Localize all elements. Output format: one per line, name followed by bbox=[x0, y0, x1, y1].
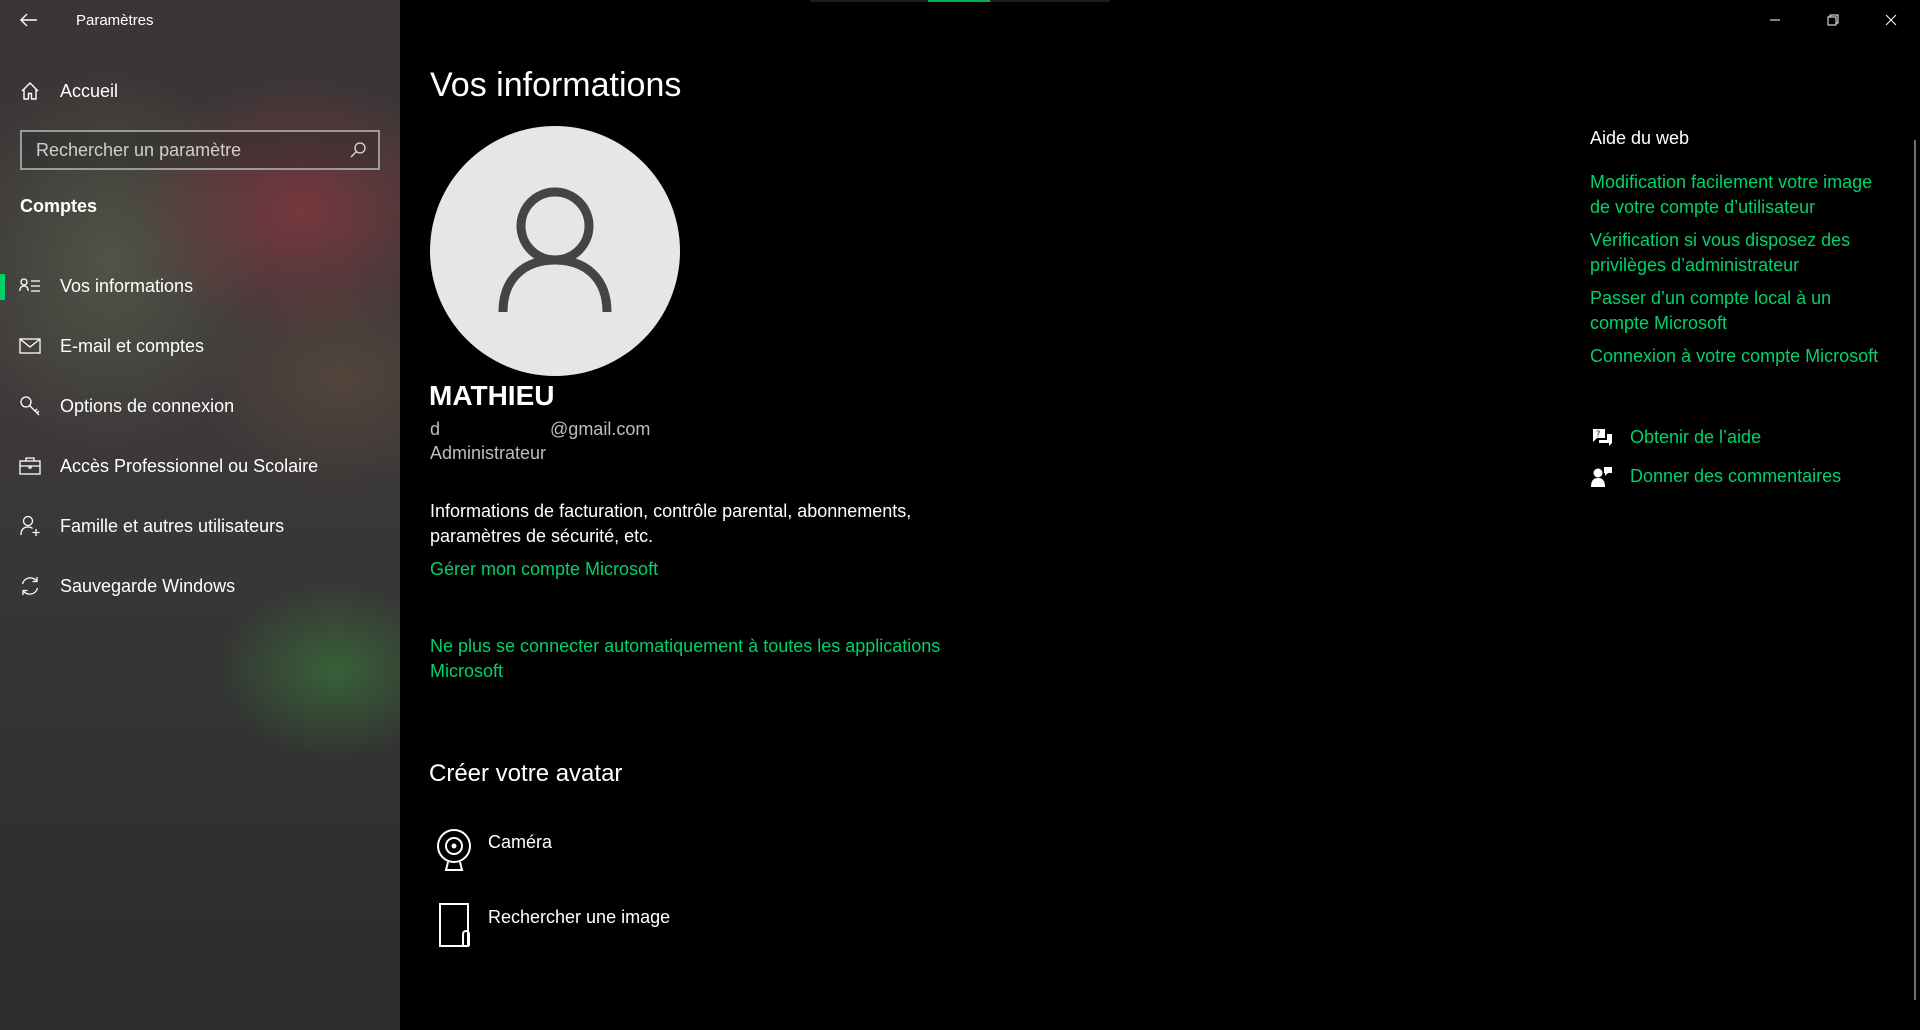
restore-icon bbox=[1827, 14, 1839, 26]
sidebar-item-home[interactable]: Accueil bbox=[0, 70, 400, 112]
window-controls bbox=[1746, 0, 1920, 40]
settings-window: Paramètres Accueil Comptes bbox=[0, 0, 1920, 1030]
user-avatar-icon bbox=[498, 187, 612, 313]
billing-info-text: Informations de facturation, contrôle pa… bbox=[430, 501, 912, 546]
minimize-icon bbox=[1770, 19, 1780, 21]
restore-button[interactable] bbox=[1804, 0, 1862, 40]
search-icon[interactable] bbox=[346, 138, 370, 162]
browse-image-icon bbox=[439, 903, 470, 947]
feedback-label: Donner des commentaires bbox=[1630, 466, 1842, 486]
back-arrow-icon bbox=[20, 13, 37, 27]
home-icon bbox=[21, 82, 39, 100]
search-box[interactable] bbox=[20, 130, 380, 170]
main-content: Vos informations MATHIEU d @gmail.com Ad… bbox=[400, 0, 1570, 1030]
help-link-local-to-microsoft[interactable]: Passer d’un compte local à un compte Mic… bbox=[1590, 286, 1890, 336]
sidebar-item-label: Vos informations bbox=[60, 275, 194, 296]
create-avatar-heading: Créer votre avatar bbox=[429, 760, 623, 787]
sidebar-item-famille[interactable]: Famille et autres utilisateurs bbox=[0, 496, 400, 556]
feedback-button[interactable]: Donner des commentaires bbox=[1590, 464, 1841, 489]
minimize-button[interactable] bbox=[1746, 0, 1804, 40]
sidebar-item-label: E-mail et comptes bbox=[60, 335, 205, 356]
sidebar: Paramètres Accueil Comptes bbox=[0, 0, 400, 1030]
page-title: Vos informations bbox=[430, 66, 682, 104]
back-button[interactable] bbox=[0, 0, 58, 40]
help-link-signin[interactable]: Connexion à votre compte Microsoft bbox=[1590, 344, 1890, 369]
sidebar-nav: Vos informations E-mail et comptes Optio… bbox=[0, 256, 400, 616]
sidebar-item-email-comptes[interactable]: E-mail et comptes bbox=[0, 316, 400, 376]
browse-image-option[interactable]: Rechercher une image bbox=[430, 901, 670, 949]
sidebar-item-label: Accueil bbox=[60, 80, 119, 101]
app-title: Paramètres bbox=[76, 11, 154, 29]
sidebar-item-label: Accès Professionnel ou Scolaire bbox=[60, 455, 319, 476]
help-title: Aide du web bbox=[1590, 128, 1690, 148]
help-links: Modification facilement votre image de v… bbox=[1590, 170, 1890, 377]
sidebar-item-label: Famille et autres utilisateurs bbox=[60, 515, 285, 536]
sidebar-item-label: Sauvegarde Windows bbox=[60, 575, 236, 596]
camera-icon bbox=[437, 829, 471, 871]
sidebar-item-label: Options de connexion bbox=[60, 395, 235, 416]
user-name: MATHIEU bbox=[429, 380, 555, 411]
title-bar: Paramètres bbox=[0, 0, 400, 40]
mail-icon bbox=[19, 338, 41, 354]
search-input[interactable] bbox=[36, 139, 346, 161]
get-help-label: Obtenir de l’aide bbox=[1630, 427, 1762, 447]
close-icon bbox=[1885, 14, 1897, 26]
get-help-button[interactable]: ? Obtenir de l’aide bbox=[1590, 425, 1761, 450]
person-add-icon bbox=[20, 515, 40, 536]
sidebar-item-vos-informations[interactable]: Vos informations bbox=[0, 256, 400, 316]
sidebar-item-options-connexion[interactable]: Options de connexion bbox=[0, 376, 400, 436]
person-list-icon bbox=[19, 278, 40, 292]
sidebar-item-acces-professionnel[interactable]: Accès Professionnel ou Scolaire bbox=[0, 436, 400, 496]
help-link-admin[interactable]: Vérification si vous disposez des privil… bbox=[1590, 228, 1890, 278]
camera-option[interactable]: Caméra bbox=[430, 826, 552, 874]
svg-text:?: ? bbox=[1596, 429, 1600, 438]
chat-help-icon: ? bbox=[1593, 428, 1612, 446]
manage-account-link[interactable]: Gérer mon compte Microsoft bbox=[430, 557, 658, 582]
sidebar-item-sauvegarde[interactable]: Sauvegarde Windows bbox=[0, 556, 400, 616]
camera-label: Caméra bbox=[488, 832, 553, 852]
scrollbar[interactable] bbox=[1914, 140, 1916, 1000]
section-header: Comptes bbox=[20, 196, 98, 216]
key-icon bbox=[20, 396, 40, 416]
sync-icon bbox=[21, 577, 39, 595]
user-email: d @gmail.com bbox=[430, 419, 651, 439]
help-link-image[interactable]: Modification facilement votre image de v… bbox=[1590, 170, 1890, 220]
feedback-icon bbox=[1591, 466, 1612, 487]
avatar bbox=[430, 126, 680, 376]
close-button[interactable] bbox=[1862, 0, 1920, 40]
user-role: Administrateur bbox=[430, 443, 547, 463]
browse-image-label: Rechercher une image bbox=[488, 907, 671, 927]
stop-auto-signin-link[interactable]: Ne plus se connecter automatiquement à t… bbox=[430, 634, 970, 684]
briefcase-icon bbox=[19, 457, 41, 475]
